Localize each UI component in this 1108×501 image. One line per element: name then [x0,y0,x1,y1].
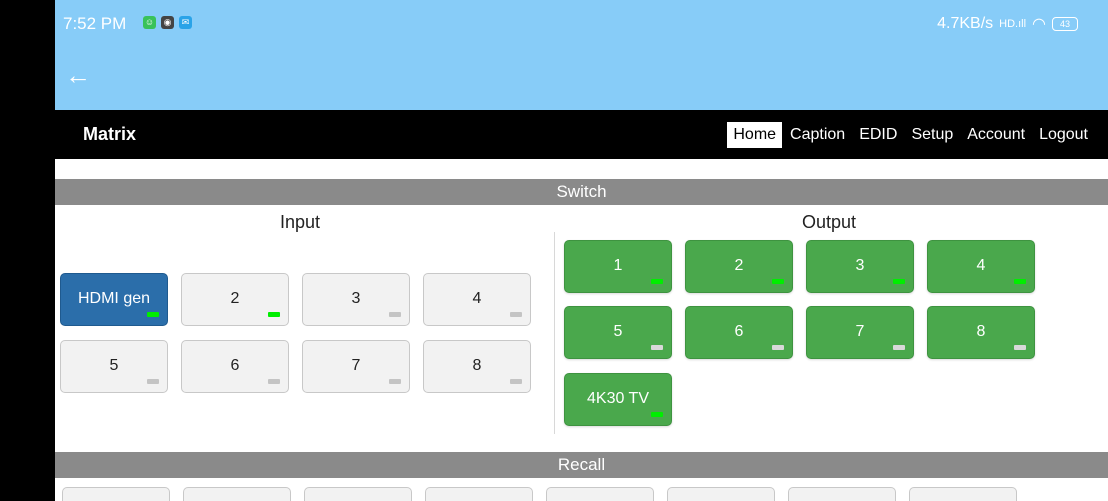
input-label: 6 [230,356,240,374]
input-button[interactable]: 6 [181,340,289,393]
output-label: 7 [855,322,865,340]
status-led-icon [651,412,663,417]
status-led-icon [893,279,905,284]
output-button[interactable]: 7 [806,306,914,359]
status-led-icon [268,312,280,317]
input-label: 8 [472,356,482,374]
input-button[interactable]: 2 [181,273,289,326]
nav-links: Home Caption EDID Setup Account Logout [725,122,1094,148]
battery-icon: 43 [1052,17,1078,31]
status-right-group: 4.7KB/s HD.ıll ◠ 43 [937,14,1078,34]
recall-slot-button[interactable] [909,487,1017,501]
signal-icon: HD.ıll [999,18,1027,30]
input-button[interactable]: 8 [423,340,531,393]
output-column-title: Output [802,212,857,232]
input-button[interactable]: 5 [60,340,168,393]
network-speed: 4.7KB/s [937,15,994,32]
status-led-icon [147,312,159,317]
output-label: 4K30 TV [587,389,649,407]
status-led-icon [651,345,663,350]
recall-slot-button[interactable] [62,487,170,501]
output-label: 5 [613,322,623,340]
output-button[interactable]: 2 [685,240,793,293]
app-camera-icon: ◉ [161,16,174,29]
nav-link-account[interactable]: Account [961,122,1031,148]
input-label: 5 [109,356,119,374]
wifi-icon: ◠ [1032,16,1046,33]
output-button[interactable]: 4K30 TV [564,373,672,426]
status-bar: 7:52 PM ☺ ◉ ✉ 4.7KB/s HD.ıll ◠ 43 ← [55,0,1108,110]
output-label: 4 [976,256,986,274]
nav-link-logout[interactable]: Logout [1033,122,1094,148]
input-button[interactable]: HDMI gen [60,273,168,326]
recall-section-header: Recall [55,452,1108,478]
input-label: 2 [230,289,240,307]
input-label: 7 [351,356,361,374]
status-time: 7:52 PM [63,14,127,33]
input-label: 3 [351,289,361,307]
recall-slot-button[interactable] [788,487,896,501]
input-button[interactable]: 4 [423,273,531,326]
app-chat-icon: ✉ [179,16,192,29]
output-label: 1 [613,256,623,274]
status-led-icon [1014,279,1026,284]
nav-link-home[interactable]: Home [727,122,783,148]
status-led-icon [510,379,522,384]
back-arrow-icon[interactable]: ← [65,62,91,88]
output-button[interactable]: 1 [564,240,672,293]
input-button[interactable]: 7 [302,340,410,393]
status-led-icon [772,345,784,350]
switch-section-header: Switch [55,179,1108,205]
output-button[interactable]: 4 [927,240,1035,293]
recall-slot-button[interactable] [304,487,412,501]
recall-slot-button[interactable] [425,487,533,501]
output-button[interactable]: 3 [806,240,914,293]
output-button[interactable]: 5 [564,306,672,359]
nav-link-setup[interactable]: Setup [905,122,959,148]
status-led-icon [651,279,663,284]
app-green-icon: ☺ [143,16,156,29]
output-label: 6 [734,322,744,340]
brand-title: Matrix [83,124,137,144]
output-label: 2 [734,256,744,274]
input-button[interactable]: 3 [302,273,410,326]
output-label: 3 [855,256,865,274]
output-button[interactable]: 8 [927,306,1035,359]
status-led-icon [510,312,522,317]
app-screen: 7:52 PM ☺ ◉ ✉ 4.7KB/s HD.ıll ◠ 43 ← Matr… [55,0,1108,501]
output-label: 8 [976,322,986,340]
status-led-icon [389,312,401,317]
status-led-icon [893,345,905,350]
status-led-icon [147,379,159,384]
status-led-icon [1014,345,1026,350]
top-nav: Matrix Home Caption EDID Setup Account Logout [55,110,1108,159]
nav-link-caption[interactable]: Caption [784,122,851,148]
input-label: 4 [472,289,482,307]
output-button[interactable]: 6 [685,306,793,359]
recall-slot-button[interactable] [183,487,291,501]
column-divider [554,232,555,434]
recall-slot-button[interactable] [546,487,654,501]
status-led-icon [772,279,784,284]
input-label: HDMI gen [77,289,151,307]
input-column-title: Input [280,212,321,232]
recall-slot-button[interactable] [667,487,775,501]
status-led-icon [389,379,401,384]
nav-link-edid[interactable]: EDID [853,122,903,148]
status-led-icon [268,379,280,384]
